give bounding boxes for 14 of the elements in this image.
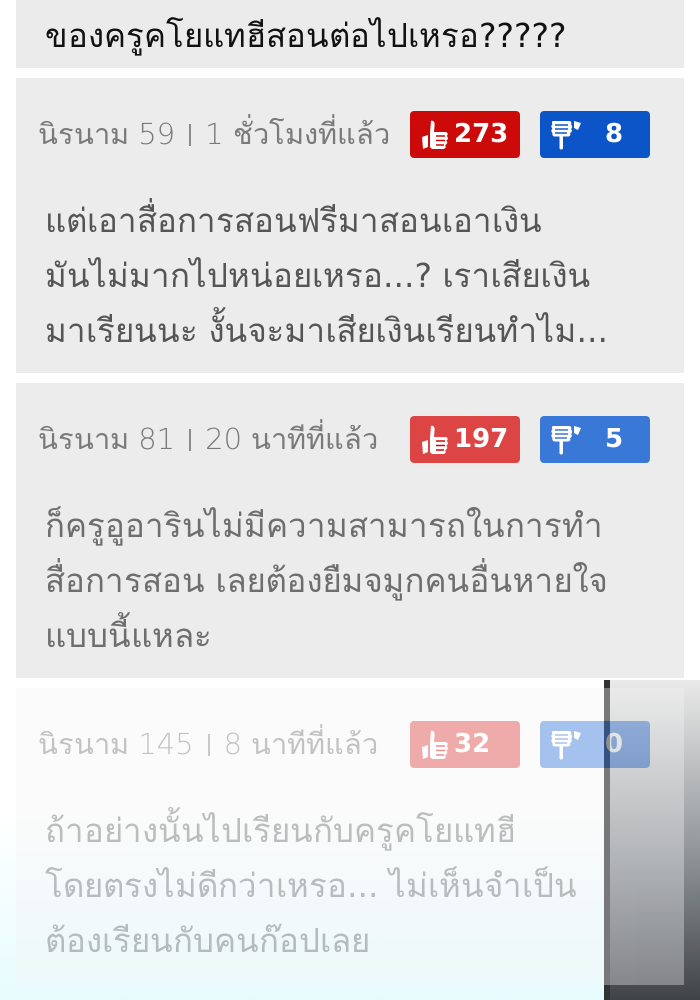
comment-text: แต่เอาสื่อการสอนฟรีมาสอนเอาเงิน มันไม่มากไปหน่อยเหรอ...? เราเสียเงิน มาเรียนนะ งั้นจะมาเสียเงินเรียนทำไม... [38,193,650,358]
comment-time: 1 ชั่วโมงที่แล้ว [205,112,390,156]
dislike-button[interactable]: 5 [540,416,650,463]
dislike-button[interactable]: 8 [540,111,650,158]
comment-text: ถ้าอย่างนั้นไปเรียนกับครูคโยแทฮี โดยตรงไม่ดีกว่าเหรอ... ไม่เห็นจำเป็น ต้องเรียนกับคนก๊อปเลย [38,803,650,968]
comment-time: 8 นาทีที่แล้ว [224,722,378,766]
author-name: นิรนาม 81 [38,420,176,458]
comment-time: 20 นาทีที่แล้ว [205,418,378,462]
author-name: นิรนาม 59 [38,116,176,153]
author-name: นิรนาม 145 [38,726,194,763]
like-button[interactable]: 273 [410,111,520,158]
like-button[interactable]: 197 [410,416,520,463]
comment-text: ของครูคโยแทฮีสอนต่อไปเหรอ????? [45,15,567,58]
comment-text: ก็ครูอูอารินไม่มีความสามารถในการทำ สื่อการสอน เลยต้องยืมจมูกคนอื่นหายใจ แบบนี้แหละ [44,505,608,657]
